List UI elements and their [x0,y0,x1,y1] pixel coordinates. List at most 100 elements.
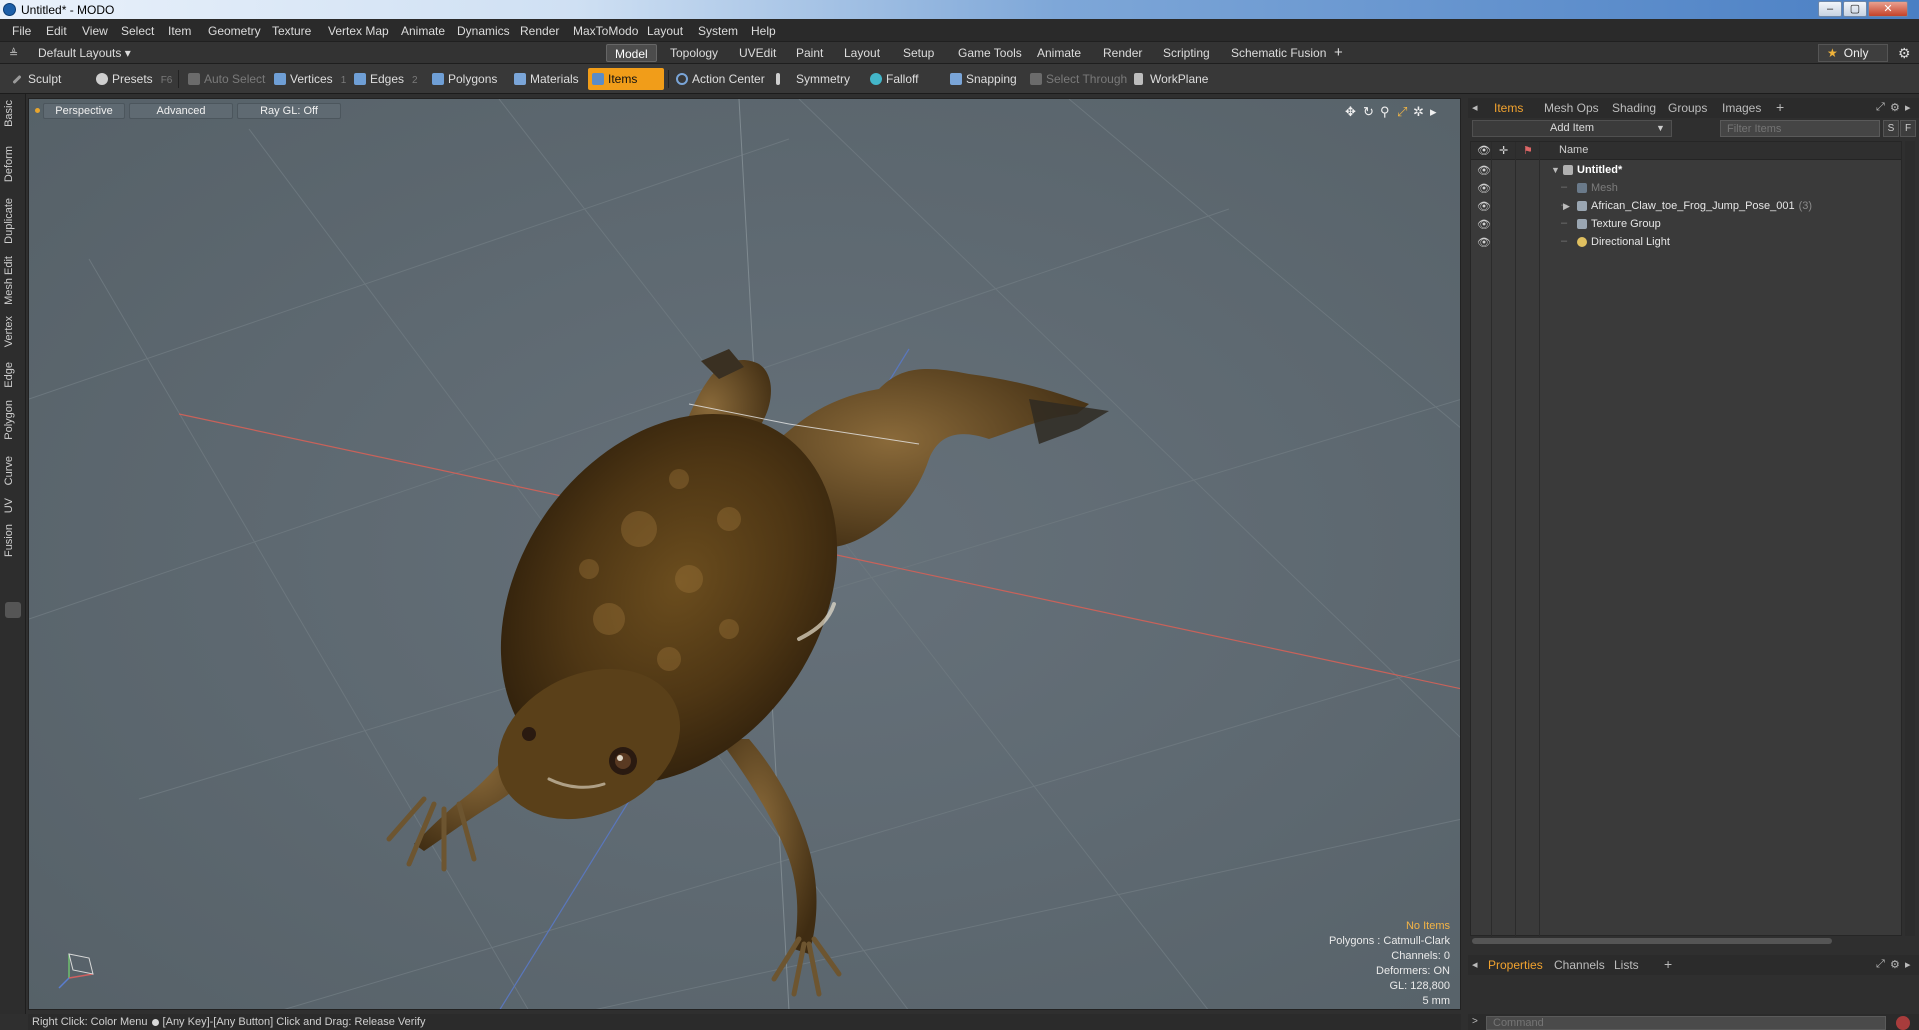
tab-properties[interactable]: Properties [1488,958,1543,972]
menu-texture[interactable]: Texture [272,24,311,38]
vtab-basic[interactable]: Basic [3,100,21,127]
tab-animate[interactable]: Animate [1029,44,1089,62]
auto-select-button[interactable]: Auto Select [184,68,266,90]
menu-item[interactable]: Item [168,24,191,38]
eye-icon[interactable]: 👁 [1477,200,1491,213]
tab-lists[interactable]: Lists [1614,958,1639,972]
add-layout-tab-icon[interactable]: + [1334,44,1343,61]
vtab-mesh-edit[interactable]: Mesh Edit [3,256,21,305]
vtab-fusion[interactable]: Fusion [3,524,21,557]
expand-panel-icon[interactable]: ⤢ [1876,101,1885,114]
tab-layout[interactable]: Layout [836,44,888,62]
workplane-button[interactable]: WorkPlane [1130,68,1214,90]
sculpt-button[interactable]: Sculpt [8,68,88,90]
tab-model[interactable]: Model [606,44,657,62]
gear-icon[interactable]: ⚙ [1898,45,1911,62]
vertices-mode-button[interactable]: Vertices 1 [270,68,350,90]
zoom-icon[interactable]: ⚲ [1380,104,1390,120]
tab-scripting[interactable]: Scripting [1155,44,1218,62]
edges-mode-button[interactable]: Edges 2 [350,68,428,90]
menu-edit[interactable]: Edit [46,24,67,38]
panel-settings-icon[interactable]: ⚙ [1890,958,1900,971]
collapse-arrow-icon[interactable]: ▼ [1551,165,1560,175]
rotate-icon[interactable]: ↻ [1363,104,1374,120]
items-mode-button[interactable]: Items [588,68,664,90]
layout-menu-icon[interactable]: ≜ [9,47,18,60]
vtab-polygon[interactable]: Polygon [3,400,21,440]
panel-menu-icon[interactable]: ◂ [1472,958,1478,971]
raygl-toggle[interactable]: Ray GL: Off [237,103,341,119]
add-item-button[interactable]: Add Item [1472,120,1672,137]
vtab-uv[interactable]: UV [3,498,21,513]
tree-vertical-scrollbar[interactable] [1905,141,1915,936]
tab-groups[interactable]: Groups [1668,101,1707,115]
tab-schematic-fusion[interactable]: Schematic Fusion [1223,44,1334,62]
tree-horizontal-scrollbar[interactable] [1468,936,1900,946]
vtab-deform[interactable]: Deform [3,146,21,182]
menu-geometry[interactable]: Geometry [208,24,261,38]
tab-setup[interactable]: Setup [895,44,942,62]
tab-topology[interactable]: Topology [662,44,726,62]
vtab-curve[interactable]: Curve [3,456,21,485]
menu-vertex-map[interactable]: Vertex Map [328,24,389,38]
tree-row-mesh[interactable]: 👁 – Mesh [1471,180,1901,198]
tree-row-frog-mesh[interactable]: 👁 – ▶ African_Claw_toe_Frog_Jump_Pose_00… [1471,198,1901,216]
tab-mesh-ops[interactable]: Mesh Ops [1544,101,1599,115]
panel-arrow-icon[interactable]: ▸ [1905,101,1911,114]
vtab-edge[interactable]: Edge [3,362,21,388]
tab-render[interactable]: Render [1095,44,1150,62]
layouts-dropdown[interactable]: Default Layouts ▾ [38,46,131,60]
symmetry-button[interactable]: Symmetry [772,68,858,90]
menu-help[interactable]: Help [751,24,776,38]
menu-layout[interactable]: Layout [647,24,683,38]
filter-s-button[interactable]: S [1883,120,1899,137]
menu-maxtomodo[interactable]: MaxToModo [573,24,638,38]
tab-images[interactable]: Images [1722,101,1761,115]
tree-row-untitled[interactable]: 👁 ▼ Untitled* [1471,162,1901,180]
presets-button[interactable]: Presets F6 [92,68,172,90]
panel-menu-icon[interactable]: ◂ [1472,101,1478,114]
menu-file[interactable]: File [12,24,31,38]
filter-f-button[interactable]: F [1900,120,1916,137]
menu-animate[interactable]: Animate [401,24,445,38]
tab-game-tools[interactable]: Game Tools [950,44,1030,62]
snapping-button[interactable]: Snapping [946,68,1026,90]
materials-mode-button[interactable]: Materials [510,68,586,90]
tab-items[interactable]: Items [1494,101,1523,115]
command-input[interactable] [1486,1016,1886,1030]
vtab-vertex[interactable]: Vertex [3,316,21,347]
chevron-right-icon[interactable]: ▸ [1430,104,1437,120]
panel-arrow-icon[interactable]: ▸ [1905,958,1911,971]
polygons-mode-button[interactable]: Polygons [428,68,508,90]
filter-items-input[interactable] [1720,120,1880,137]
left-panel-toggle[interactable] [5,602,21,618]
close-button[interactable]: ✕ [1868,1,1908,17]
eye-icon[interactable]: 👁 [1477,236,1491,249]
vtab-duplicate[interactable]: Duplicate [3,198,21,244]
eye-icon[interactable]: 👁 [1477,164,1491,177]
tab-paint[interactable]: Paint [788,44,831,62]
eye-icon[interactable]: 👁 [1477,182,1491,195]
minimize-button[interactable]: – [1818,1,1842,17]
action-center-button[interactable]: Action Center [672,68,772,90]
expand-arrow-icon[interactable]: ▶ [1563,201,1570,212]
add-tab-icon[interactable]: + [1664,956,1672,972]
only-toggle[interactable]: ★ Only [1818,44,1888,62]
tab-channels[interactable]: Channels [1554,958,1605,972]
eye-icon[interactable]: 👁 [1477,218,1491,231]
tree-row-directional-light[interactable]: 👁 – Directional Light [1471,234,1901,252]
expand-panel-icon[interactable]: ⤢ [1876,958,1885,971]
menu-dynamics[interactable]: Dynamics [457,24,510,38]
viewport-settings-icon[interactable]: ✲ [1413,104,1424,120]
select-through-button[interactable]: Select Through [1026,68,1128,90]
menu-system[interactable]: System [698,24,738,38]
shading-mode-dropdown[interactable]: Advanced [129,103,233,119]
menu-render[interactable]: Render [520,24,559,38]
menu-select[interactable]: Select [121,24,154,38]
pan-icon[interactable]: ✥ [1345,104,1356,120]
viewport-menu-dot[interactable] [35,108,40,113]
command-stop-icon[interactable] [1896,1016,1910,1030]
chevron-down-icon[interactable]: ▼ [1656,123,1665,133]
3d-viewport[interactable]: Perspective Advanced Ray GL: Off ✥ ↻ ⚲ ⤢… [28,98,1461,1010]
tab-uvedit[interactable]: UVEdit [731,44,784,62]
